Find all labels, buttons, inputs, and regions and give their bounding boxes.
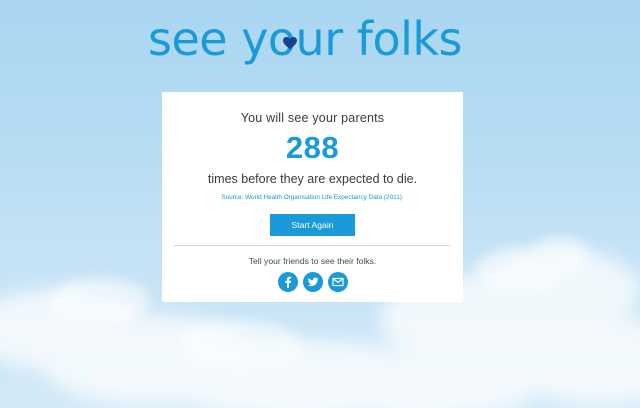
- result-intro: You will see your parents: [240, 111, 385, 125]
- share-prompt: Tell your friends to see their folks.: [248, 256, 377, 266]
- facebook-icon[interactable]: [278, 272, 298, 292]
- visit-count: 288: [285, 130, 340, 165]
- twitter-icon[interactable]: [303, 272, 323, 292]
- logo-text: see your folks: [148, 12, 462, 66]
- site-logo[interactable]: see your folks: [148, 10, 478, 72]
- logo-wordmark: see your folks: [148, 12, 462, 66]
- email-icon[interactable]: [328, 272, 348, 292]
- result-outro: times before they are expected to die.: [207, 172, 418, 186]
- source-link[interactable]: Source: World Health Organisation Life E…: [162, 194, 463, 201]
- heart-icon: [283, 37, 297, 49]
- divider: [174, 245, 451, 246]
- start-again-button[interactable]: Start Again: [270, 214, 355, 236]
- result-card: You will see your parents 288 times befo…: [162, 92, 463, 302]
